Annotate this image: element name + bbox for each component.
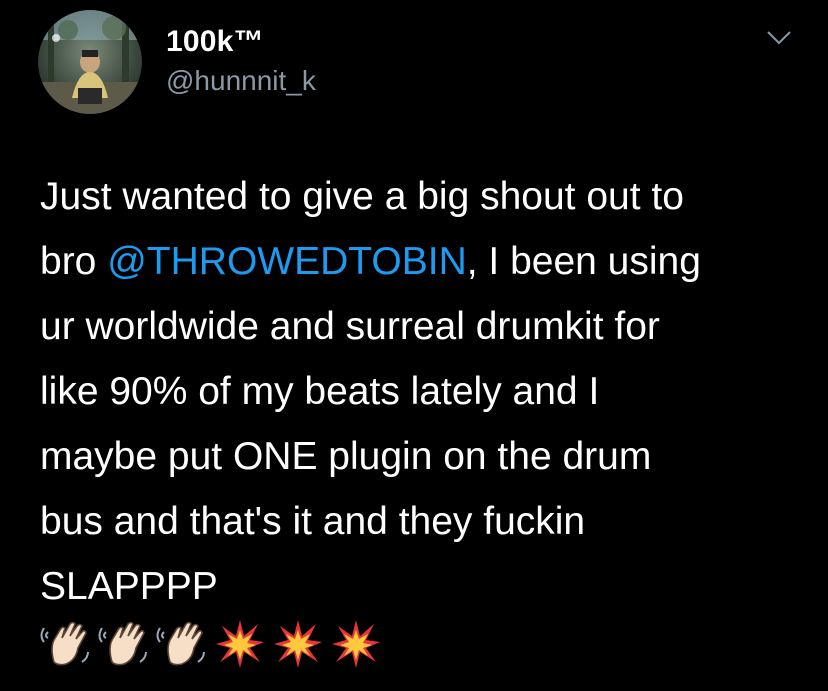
tweet-text: Just wanted to give a big shout out to b…: [40, 164, 820, 619]
emoji-row: [40, 618, 382, 670]
tweet: 100k™ @hunnnit_k Just wanted to give a b…: [0, 0, 828, 691]
waving-hand-icon: [156, 621, 205, 666]
mention-link[interactable]: @THROWEDTOBIN: [107, 240, 467, 283]
collision-icon: [274, 620, 322, 668]
tweet-text-part: , I been using ur worldwide and surreal …: [40, 240, 701, 608]
user-handle[interactable]: @hunnnit_k: [166, 64, 316, 98]
chevron-down-icon[interactable]: [766, 28, 792, 48]
display-name[interactable]: 100k™: [166, 24, 316, 60]
collision-icon: [216, 620, 264, 668]
waving-hand-icon: [98, 621, 147, 666]
collision-icon: [332, 620, 380, 668]
author-info: 100k™ @hunnnit_k: [166, 24, 316, 98]
profile-photo-icon: [38, 10, 142, 114]
waving-hand-icon: [40, 621, 89, 666]
avatar[interactable]: [38, 10, 142, 114]
